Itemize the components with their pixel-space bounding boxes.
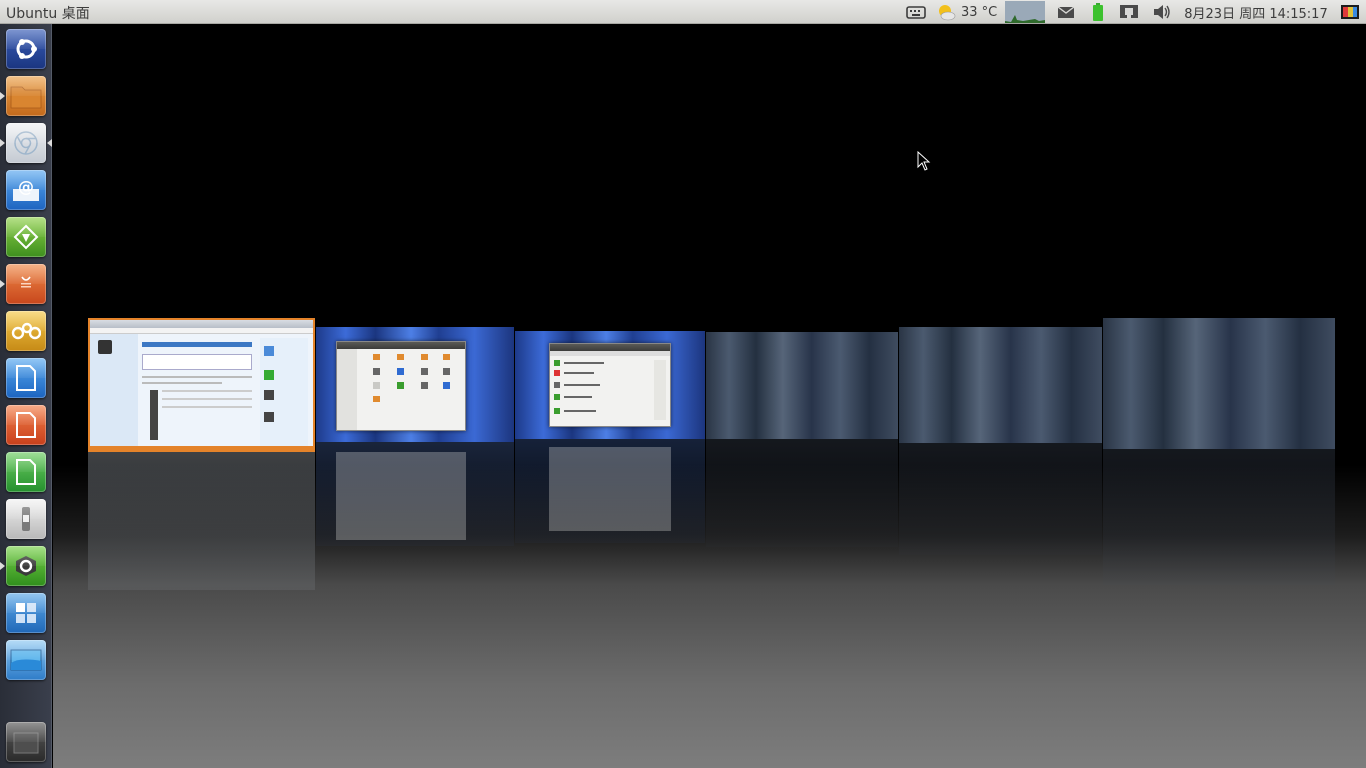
workspace-5-reflection xyxy=(899,443,1102,555)
weather-sun-cloud-icon xyxy=(939,5,956,21)
workspace-4-reflection xyxy=(706,439,898,547)
clock[interactable]: 8月23日 周四 14:15:17 xyxy=(1180,0,1332,24)
trash-icon xyxy=(13,732,39,754)
ubuntu-logo-icon xyxy=(16,39,37,59)
workspace-4[interactable] xyxy=(706,332,898,439)
desktop-workspace-ring xyxy=(53,25,1366,768)
settings-gear-icon xyxy=(16,556,36,576)
presentation-icon xyxy=(16,412,36,438)
running-indicator xyxy=(0,139,5,147)
launcher-dash-home[interactable] xyxy=(6,29,46,69)
envelope-icon xyxy=(1057,6,1075,18)
workspace-2-window-reflection xyxy=(336,452,466,540)
running-indicator xyxy=(0,280,5,288)
system-load-graph-icon xyxy=(1005,1,1045,23)
workspaces-icon xyxy=(16,603,36,623)
launcher-impress[interactable] xyxy=(6,405,46,445)
weather-temperature: 33 °C xyxy=(961,4,998,20)
messaging-menu[interactable] xyxy=(1054,0,1078,24)
session-menu[interactable] xyxy=(1338,0,1362,24)
workspace-3-settings-window xyxy=(549,343,671,427)
gear-group-icon xyxy=(11,322,41,340)
workspace-6-reflection xyxy=(1103,449,1335,585)
launcher-calc[interactable] xyxy=(6,452,46,492)
launcher-trash[interactable] xyxy=(6,722,46,762)
running-indicator xyxy=(0,92,5,100)
speaker-icon xyxy=(1154,5,1170,19)
workspace-3[interactable] xyxy=(515,331,705,439)
folder-icon xyxy=(10,86,42,109)
workspace-2[interactable] xyxy=(316,327,514,442)
keyboard-indicator[interactable] xyxy=(904,0,928,24)
launcher-system-settings[interactable] xyxy=(6,546,46,586)
active-indicator xyxy=(47,139,52,147)
battery-indicator[interactable] xyxy=(1088,0,1108,24)
workspace-6[interactable] xyxy=(1103,318,1335,449)
launcher-desktop[interactable] xyxy=(6,640,46,680)
weather-indicator[interactable]: 33 °C xyxy=(936,0,998,24)
system-monitor[interactable] xyxy=(1004,0,1046,24)
network-wired-icon xyxy=(1120,5,1138,18)
workspace-5[interactable] xyxy=(899,327,1102,443)
datetime-label: 8月23日 周四 14:15:17 xyxy=(1184,6,1328,22)
spreadsheet-icon xyxy=(16,459,36,485)
launcher-app-green[interactable] xyxy=(6,217,46,257)
launcher-files[interactable] xyxy=(6,76,46,116)
launcher-chromium[interactable] xyxy=(6,123,46,163)
workspace-3-window-reflection xyxy=(549,447,671,531)
chromium-icon xyxy=(14,131,38,155)
window-title: Ubuntu 桌面 xyxy=(6,6,90,22)
diamond-icon xyxy=(13,224,39,250)
workspace-1[interactable] xyxy=(88,318,315,452)
workspace-2-files-window xyxy=(336,341,466,431)
keyboard-icon xyxy=(906,6,926,19)
launcher-software-center[interactable] xyxy=(6,264,46,304)
mail-at-icon: @ xyxy=(13,177,39,201)
top-panel: Ubuntu 桌面 33 °C 8月23日 周四 14:15:17 xyxy=(0,0,1366,24)
launcher-writer[interactable] xyxy=(6,358,46,398)
workspace-1-browser-window xyxy=(90,320,313,450)
battery-icon xyxy=(1093,3,1103,21)
switch-icon xyxy=(22,507,30,531)
launcher-mail[interactable]: @ xyxy=(6,170,46,210)
network-indicator[interactable] xyxy=(1116,0,1142,24)
svg-text:@: @ xyxy=(18,177,34,196)
launcher-app-yellow[interactable] xyxy=(6,311,46,351)
launcher: @ xyxy=(0,24,52,768)
sound-indicator[interactable] xyxy=(1150,0,1174,24)
desktop-icon xyxy=(10,649,42,671)
workspace-1-reflection xyxy=(88,452,315,590)
launcher-switch[interactable] xyxy=(6,499,46,539)
mouse-pointer-icon xyxy=(917,151,931,171)
session-color-icon xyxy=(1341,5,1359,19)
launcher-workspace-switcher[interactable] xyxy=(6,593,46,633)
document-icon xyxy=(16,365,36,391)
running-indicator xyxy=(0,562,5,570)
shopping-bag-icon xyxy=(21,276,31,288)
